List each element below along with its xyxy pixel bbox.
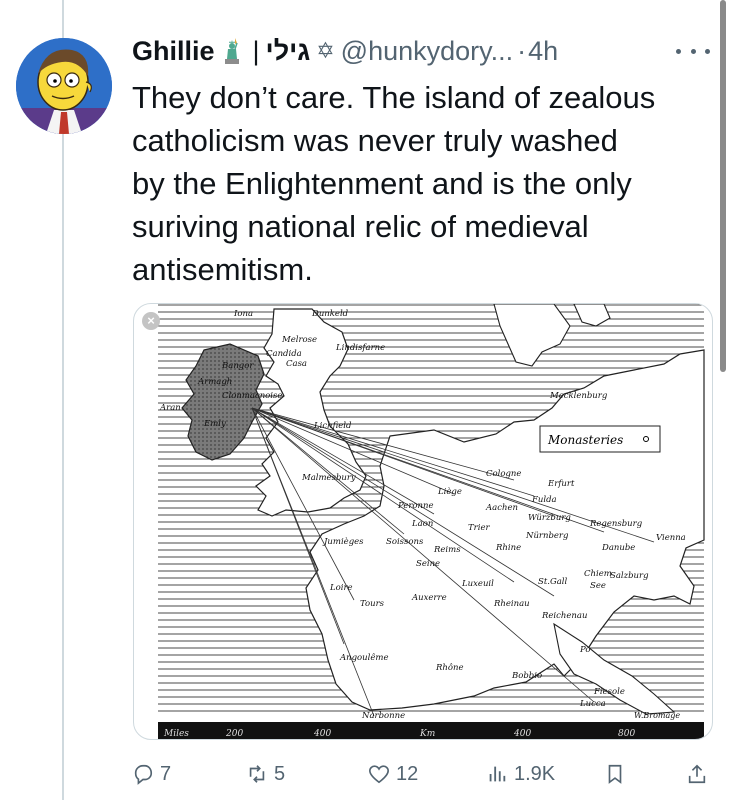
monastery-map: Monasteries Iona Dunkeld Melrose Candida…: [158, 304, 705, 739]
hebrew-name: גילי: [265, 35, 311, 66]
author-name[interactable]: Ghillie: [132, 36, 215, 67]
place-label: Lindisfarne: [335, 343, 385, 353]
place-label: Fiesole: [593, 687, 625, 697]
place-label: Aran: [159, 403, 181, 413]
views-button[interactable]: 1.9K: [486, 758, 555, 790]
post-time[interactable]: 4h: [528, 36, 558, 67]
place-label: Emly: [203, 419, 226, 429]
place-label: Peronne: [397, 501, 434, 511]
place-label: Rhine: [495, 543, 521, 553]
place-label: St.Gall: [538, 577, 568, 587]
map-credit: W.Bromage: [634, 711, 680, 720]
scale-400: 400: [313, 729, 331, 739]
place-label: Luxeuil: [461, 579, 494, 589]
star-of-david-icon: ✡: [316, 38, 335, 63]
scale-km: Km: [419, 729, 435, 739]
like-icon: [369, 765, 389, 784]
legend-title: Monasteries: [547, 433, 623, 447]
place-label: Auxerre: [411, 593, 447, 603]
views-icon: [489, 766, 506, 782]
tweet-line: antisemitism.: [132, 252, 313, 287]
statue-of-liberty-icon: [224, 38, 239, 64]
close-icon[interactable]: ×: [142, 312, 160, 330]
place-label: Iona: [233, 309, 253, 319]
place-label: Dunkeld: [311, 309, 349, 319]
place-label: Fulda: [531, 495, 557, 505]
tweet-line: They don’t care. The island of zealous: [132, 80, 656, 115]
place-label: Vienna: [656, 533, 686, 543]
place-label: Candida: [266, 349, 302, 359]
bookmark-icon: [608, 764, 622, 784]
place-label: Tours: [360, 599, 385, 609]
place-label: Reims: [433, 545, 461, 555]
name-separator: |: [252, 35, 260, 66]
place-label: Chiem: [584, 569, 612, 579]
tweet-line: suriving national relic of medieval: [132, 209, 589, 244]
header-dot: ·: [517, 35, 527, 66]
place-label: Lucca: [579, 699, 606, 709]
reply-count: 7: [160, 762, 172, 785]
place-label: See: [590, 581, 606, 591]
place-label: Soissons: [386, 537, 424, 547]
place-label: Malmesbury: [301, 473, 356, 483]
place-label: Regensburg: [589, 519, 643, 529]
avatar[interactable]: [16, 38, 112, 134]
place-label: Aachen: [485, 503, 518, 513]
reply-button[interactable]: 7: [132, 758, 171, 790]
repost-button[interactable]: 5: [246, 758, 285, 790]
place-label: Lichfield: [313, 421, 352, 431]
bookmark-button[interactable]: [604, 758, 626, 790]
place-label: Laon: [411, 519, 433, 529]
reply-icon: [134, 764, 153, 785]
more-icon[interactable]: [676, 44, 710, 58]
share-button[interactable]: [686, 758, 708, 790]
place-label: Danube: [601, 543, 635, 553]
place-label: Narbonne: [361, 711, 405, 721]
views-count: 1.9K: [514, 762, 556, 785]
tweet-line: by the Enlightenment and is the only: [132, 166, 632, 201]
place-label: Würzburg: [528, 513, 571, 523]
share-icon: [688, 764, 706, 784]
place-label: Rhône: [435, 662, 464, 673]
scale-k400: 400: [513, 729, 531, 739]
like-count: 12: [396, 762, 419, 785]
tweet-header: Ghillie | גילי ✡ @hunkydory... · 4h: [132, 34, 558, 68]
place-label: Clonmacnoise: [222, 391, 282, 401]
scale-200: 200: [225, 729, 243, 739]
repost-icon: [249, 765, 265, 783]
place-label: Nürnberg: [525, 531, 569, 541]
place-label: Mecklenburg: [549, 391, 608, 401]
media-image[interactable]: Monasteries Iona Dunkeld Melrose Candida…: [133, 303, 713, 740]
place-label: Po: [579, 645, 591, 655]
like-button[interactable]: 12: [368, 758, 418, 790]
scrollbar[interactable]: [720, 0, 726, 372]
place-label: Jumièges: [322, 536, 364, 547]
action-bar: 7 5 12 1.9K: [132, 758, 712, 790]
place-label: Reichenau: [541, 611, 587, 621]
scale-miles: Miles: [163, 729, 189, 739]
place-label: Angoulême: [339, 652, 389, 663]
place-label: Erfurt: [547, 479, 575, 489]
place-label: Seine: [416, 559, 440, 569]
place-label: Trier: [468, 523, 490, 533]
scale-k800: 800: [618, 729, 635, 739]
repost-count: 5: [274, 762, 286, 785]
place-label: Bobbio: [511, 671, 542, 681]
place-label: Bangor: [221, 361, 254, 371]
place-label: Casa: [286, 359, 307, 369]
place-label: Melrose: [281, 335, 317, 345]
place-label: Salzburg: [610, 571, 649, 581]
place-label: Liège: [437, 486, 462, 497]
place-label: Rheinau: [493, 599, 530, 609]
author-handle[interactable]: @hunkydory...: [341, 36, 513, 67]
tweet-text: They don’t care. The island of zealous c…: [132, 76, 702, 291]
tweet-line: catholicism was never truly washed: [132, 123, 618, 158]
place-label: Cologne: [486, 469, 521, 479]
place-label: Armagh: [197, 377, 232, 387]
place-label: Loire: [329, 583, 353, 593]
